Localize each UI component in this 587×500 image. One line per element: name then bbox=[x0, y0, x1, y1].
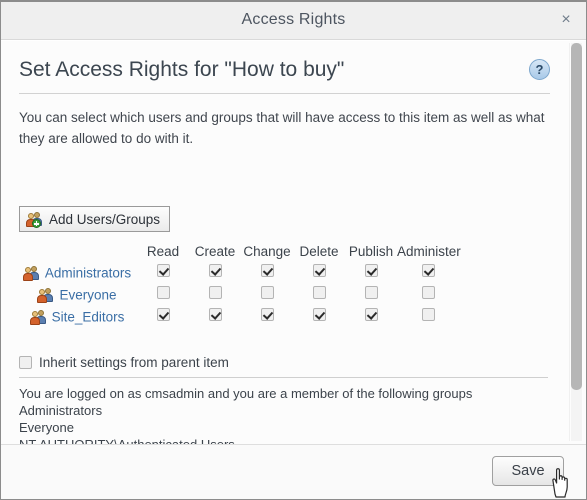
permission-column-header-create: Create bbox=[194, 244, 236, 259]
users-group-icon bbox=[22, 265, 40, 281]
page-title: Set Access Rights for "How to buy" bbox=[19, 58, 345, 81]
permission-checkbox-delete[interactable] bbox=[312, 264, 326, 277]
permission-cell bbox=[241, 284, 293, 306]
permission-column-header-delete: Delete bbox=[299, 244, 339, 259]
login-info-line: Administrators bbox=[19, 403, 103, 418]
group-name-link[interactable]: Everyone bbox=[59, 287, 116, 302]
permission-cell bbox=[293, 284, 345, 306]
group-name-link[interactable]: Site_Editors bbox=[52, 309, 125, 324]
permission-cell bbox=[137, 284, 189, 306]
login-info-line: You are logged on as cmsadmin and you ar… bbox=[19, 386, 473, 401]
vertical-scrollbar[interactable] bbox=[569, 43, 583, 441]
users-group-icon bbox=[29, 309, 47, 325]
group-name-link[interactable]: Administrators bbox=[45, 265, 131, 280]
permission-column-header-publish: Publish bbox=[348, 244, 394, 259]
permission-column-header-administer: Administer bbox=[397, 244, 461, 259]
permission-column-header-read: Read bbox=[146, 244, 180, 259]
group-cell: Administrators bbox=[15, 262, 137, 284]
close-icon[interactable]: × bbox=[556, 10, 576, 30]
dialog-footer: Save bbox=[1, 444, 586, 499]
permission-column-header-change: Change bbox=[243, 244, 291, 259]
permission-checkbox-read[interactable] bbox=[156, 308, 170, 321]
permission-cell bbox=[397, 306, 461, 328]
permission-checkbox-change[interactable] bbox=[260, 308, 274, 321]
dialog-title: Access Rights bbox=[241, 11, 346, 28]
permission-cell bbox=[137, 306, 189, 328]
permission-checkbox-delete[interactable] bbox=[312, 286, 326, 299]
permission-checkbox-administer[interactable] bbox=[422, 264, 436, 277]
permission-cell bbox=[189, 306, 241, 328]
permission-checkbox-read[interactable] bbox=[156, 286, 170, 299]
description-text: You can select which users and groups th… bbox=[19, 110, 545, 146]
permissions-header-row: Read Create Change Delete Publish Administer bbox=[15, 244, 461, 262]
help-icon[interactable]: ? bbox=[529, 59, 550, 80]
permission-checkbox-publish[interactable] bbox=[364, 264, 378, 277]
permission-checkbox-change[interactable] bbox=[260, 286, 274, 299]
permission-checkbox-delete[interactable] bbox=[312, 308, 326, 321]
permission-checkbox-create[interactable] bbox=[208, 286, 222, 299]
permission-checkbox-administer[interactable] bbox=[422, 308, 436, 321]
group-column-header bbox=[15, 244, 137, 262]
dialog-content: Set Access Rights for "How to buy" ? You… bbox=[1, 41, 586, 444]
permission-cell bbox=[293, 306, 345, 328]
inherit-settings-row[interactable]: Inherit settings from parent item bbox=[19, 355, 229, 370]
inherit-settings-label: Inherit settings from parent item bbox=[39, 355, 229, 370]
inherit-divider bbox=[19, 377, 548, 378]
table-row: Everyone bbox=[15, 284, 461, 306]
login-info-block: You are logged on as cmsadmin and you ar… bbox=[19, 385, 548, 444]
permission-checkbox-change[interactable] bbox=[260, 264, 274, 277]
permission-cell bbox=[345, 262, 397, 284]
permission-checkbox-publish[interactable] bbox=[364, 286, 378, 299]
inherit-settings-checkbox[interactable] bbox=[19, 356, 32, 369]
save-button[interactable]: Save bbox=[492, 456, 564, 486]
group-cell: Everyone bbox=[15, 284, 137, 306]
permission-checkbox-administer[interactable] bbox=[422, 286, 436, 299]
permission-cell bbox=[189, 262, 241, 284]
permission-checkbox-publish[interactable] bbox=[364, 308, 378, 321]
permission-checkbox-create[interactable] bbox=[208, 264, 222, 277]
permission-cell bbox=[293, 262, 345, 284]
heading-divider bbox=[19, 93, 550, 94]
users-group-icon bbox=[37, 287, 54, 303]
access-rights-dialog: Access Rights × Set Access Rights for "H… bbox=[0, 0, 587, 500]
permissions-table: Read Create Change Delete Publish Administer … bbox=[15, 244, 461, 328]
table-row: Administrators bbox=[15, 262, 461, 284]
dialog-content-inner: Set Access Rights for "How to buy" ? You… bbox=[1, 41, 586, 444]
permission-cell bbox=[189, 284, 241, 306]
permission-cell bbox=[345, 306, 397, 328]
add-users-groups-button[interactable]: Add Users/Groups bbox=[19, 206, 171, 232]
dialog-titlebar: Access Rights × bbox=[1, 2, 586, 40]
login-info-line: NT AUTHORITY\Authenticated Users bbox=[19, 436, 548, 444]
scrollbar-thumb[interactable] bbox=[571, 43, 582, 390]
group-cell: Site_Editors bbox=[15, 306, 137, 328]
login-info-line: Everyone bbox=[19, 420, 74, 435]
permission-cell bbox=[397, 284, 461, 306]
users-add-icon bbox=[26, 211, 43, 228]
add-users-groups-label: Add Users/Groups bbox=[49, 211, 161, 227]
permission-cell bbox=[241, 262, 293, 284]
permission-cell bbox=[345, 284, 397, 306]
permission-cell bbox=[397, 262, 461, 284]
permissions-body: Administrators Everyone Site_Editors bbox=[15, 262, 461, 328]
permission-checkbox-read[interactable] bbox=[156, 264, 170, 277]
heading-row: Set Access Rights for "How to buy" ? bbox=[19, 57, 550, 95]
permission-cell bbox=[137, 262, 189, 284]
table-row: Site_Editors bbox=[15, 306, 461, 328]
permission-checkbox-create[interactable] bbox=[208, 308, 222, 321]
permission-cell bbox=[241, 306, 293, 328]
